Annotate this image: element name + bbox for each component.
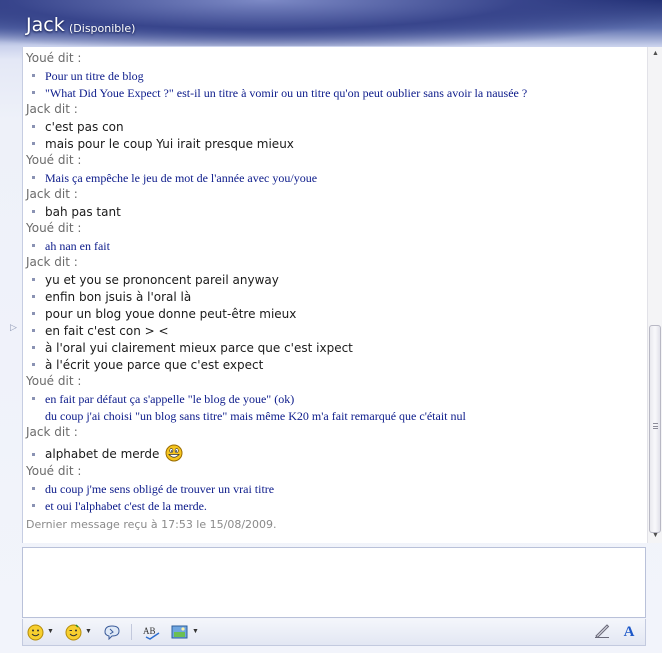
sender-header: Youé dit : (26, 374, 82, 388)
message-text: en fait c'est con > < (45, 324, 169, 338)
message-text: c'est pas con (45, 120, 124, 134)
message-line: Pour un titre de blog (26, 67, 646, 84)
message-text: Mais ça empêche le jeu de mot de l'année… (45, 171, 318, 185)
scroll-grip-icon (653, 423, 658, 429)
wink-icon (65, 623, 82, 640)
sender-header: Youé dit : (26, 464, 82, 478)
sender-header: Jack dit : (26, 255, 78, 269)
message-line: bah pas tant (26, 203, 646, 220)
svg-text:AB: AB (143, 626, 156, 636)
message-text: à l'oral yui clairement mieux parce que … (45, 341, 353, 355)
chevron-down-icon: ▼ (85, 628, 92, 635)
message-line: à l'écrit youe parce que c'est expect (26, 356, 646, 373)
message-text: mais pour le coup Yui irait presque mieu… (45, 137, 294, 151)
handwriting-icon (595, 624, 610, 639)
message-line: du coup j'me sens obligé de trouver un v… (26, 480, 646, 497)
message-line: en fait par défaut ça s'appelle "le blog… (26, 390, 646, 407)
sender-header: Jack dit : (26, 187, 78, 201)
message-line: en fait c'est con > < (26, 322, 646, 339)
message-line: pour un blog youe donne peut-être mieux (26, 305, 646, 322)
emoticon-button[interactable]: ▼ (27, 622, 54, 642)
nudge-icon (104, 625, 120, 640)
bullet-icon (32, 176, 35, 179)
message-text: et oui l'alphabet c'est de la merde. (45, 499, 207, 513)
message-list: Youé dit : Pour un titre de blog "What Did… (26, 50, 646, 536)
message-text: ah nan en fait (45, 239, 110, 253)
message-line: yu et you se prononcent pareil anyway (26, 271, 646, 288)
background-button[interactable]: ▼ (171, 622, 199, 642)
bullet-icon (32, 244, 35, 247)
bullet-icon (32, 346, 35, 349)
bullet-icon (32, 74, 35, 77)
message-text: à l'écrit youe parce que c'est expect (45, 358, 264, 372)
message-line: "What Did Youe Expect ?" est-il un titre… (26, 84, 646, 101)
background-icon (171, 625, 188, 639)
spellcheck-button[interactable]: AB (143, 622, 163, 642)
bullet-icon (32, 397, 35, 400)
message-text: yu et you se prononcent pareil anyway (45, 273, 279, 287)
message-line: à l'oral yui clairement mieux parce que … (26, 339, 646, 356)
bullet-icon (32, 142, 35, 145)
bullet-icon (32, 312, 35, 315)
handwriting-button[interactable] (591, 622, 613, 642)
chevron-down-icon: ▼ (192, 628, 199, 635)
message-line: alphabet de merde (26, 441, 646, 463)
scroll-up-arrow-icon[interactable]: ▲ (648, 47, 662, 61)
message-line: c'est pas con (26, 118, 646, 135)
bullet-icon (32, 295, 35, 298)
wink-button[interactable]: ▼ (65, 622, 92, 642)
title-bar: Jack (Disponible) (0, 0, 662, 46)
contact-name: Jack (26, 14, 65, 36)
message-text: du coup j'me sens obligé de trouver un v… (45, 482, 275, 496)
sender-header: Youé dit : (26, 153, 82, 167)
bullet-icon (32, 504, 35, 507)
bullet-icon (32, 278, 35, 281)
font-button[interactable]: A (617, 621, 641, 643)
bullet-icon (32, 125, 35, 128)
bullet-icon (32, 487, 35, 490)
message-text: pour un blog youe donne peut-être mieux (45, 307, 297, 321)
message-line: enfin bon jsuis à l'oral là (26, 288, 646, 305)
sender-header: Jack dit : (26, 425, 78, 439)
vertical-scrollbar[interactable]: ▲ ▼ (647, 47, 662, 543)
message-text: Pour un titre de blog (45, 69, 144, 83)
spellcheck-icon: AB (143, 626, 160, 640)
message-line: ah nan en fait (26, 237, 646, 254)
scroll-down-arrow-icon[interactable]: ▼ (648, 529, 662, 543)
conversation-history: Youé dit : Pour un titre de blog "What Did… (22, 47, 662, 543)
message-line: Mais ça empêche le jeu de mot de l'année… (26, 169, 646, 186)
contact-status: (Disponible) (69, 22, 136, 35)
message-text: enfin bon jsuis à l'oral là (45, 290, 192, 304)
message-line: et oui l'alphabet c'est de la merde. (26, 497, 646, 514)
bullet-icon (32, 210, 35, 213)
message-text: du coup j'ai choisi "un blog sans titre"… (45, 409, 466, 423)
last-message-status: Dernier message reçu à 17:53 le 15/08/20… (26, 518, 277, 531)
bullet-icon (32, 453, 35, 456)
sender-header: Youé dit : (26, 51, 82, 65)
font-icon: A (623, 624, 635, 640)
collapse-sidebar-icon[interactable]: ▷ (10, 322, 17, 333)
input-toolbar: ▼ ▼ AB ▼ A (22, 619, 646, 646)
grinning-smiley-icon (165, 444, 183, 462)
nudge-button[interactable] (103, 622, 121, 642)
message-line: mais pour le coup Yui irait presque mieu… (26, 135, 646, 152)
emoticon-icon (27, 624, 44, 640)
message-input[interactable] (22, 547, 646, 618)
sender-header: Youé dit : (26, 221, 82, 235)
message-text: bah pas tant (45, 205, 121, 219)
message-line: du coup j'ai choisi "un blog sans titre"… (26, 407, 646, 424)
message-text: "What Did Youe Expect ?" est-il un titre… (45, 86, 528, 100)
bullet-icon (32, 329, 35, 332)
bullet-icon (32, 91, 35, 94)
scroll-thumb[interactable] (649, 325, 661, 533)
message-text: en fait par défaut ça s'appelle "le blog… (45, 392, 295, 406)
toolbar-separator (131, 624, 132, 640)
sender-header: Jack dit : (26, 102, 78, 116)
chevron-down-icon: ▼ (47, 628, 54, 635)
bullet-icon (32, 363, 35, 366)
message-text: alphabet de merde (45, 447, 160, 461)
